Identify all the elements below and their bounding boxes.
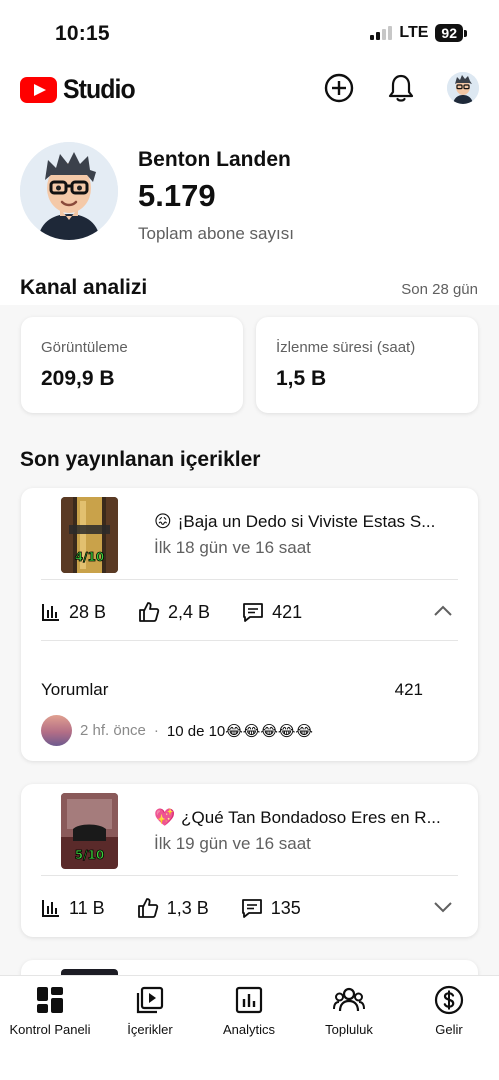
- comments-count: 135: [270, 897, 301, 918]
- comments-section-label[interactable]: Yorumlar: [41, 680, 108, 700]
- views-count: 11 B: [69, 897, 105, 918]
- status-time: 10:15: [55, 22, 110, 45]
- create-button[interactable]: [323, 72, 355, 104]
- nav-label: İçerikler: [127, 1022, 173, 1037]
- nav-content[interactable]: İçerikler: [100, 984, 200, 1037]
- bar-chart-icon: [42, 604, 59, 621]
- video-age: İlk 18 gün ve 16 saat: [154, 538, 311, 557]
- channel-avatar[interactable]: [20, 142, 118, 240]
- nav-label: Kontrol Paneli: [9, 1022, 91, 1037]
- comments-count: 421: [272, 601, 303, 622]
- divider: [41, 875, 458, 876]
- community-icon: [333, 987, 365, 1012]
- nav-label: Analytics: [222, 1022, 276, 1037]
- bottom-navigation: Kontrol Paneli İçerikler Analytics Toplu…: [0, 975, 499, 1080]
- video-age: İlk 19 gün ve 16 saat: [154, 834, 311, 853]
- views-count: 28 B: [69, 601, 107, 622]
- nav-label: Topluluk: [325, 1022, 373, 1037]
- video-thumbnail[interactable]: 5/10: [61, 793, 118, 869]
- likes-metric: 2,4 B: [138, 601, 210, 623]
- watch-time-card[interactable]: İzlenme süresi (saat) 1,5 B: [256, 317, 478, 413]
- bell-icon: [388, 74, 414, 102]
- views-label: Görüntüleme: [41, 339, 128, 356]
- likes-count: 2,4 B: [168, 601, 211, 622]
- app-name: Studio: [63, 74, 136, 104]
- earn-icon: [434, 985, 464, 1015]
- analytics-period: Son 28 gün: [401, 281, 478, 298]
- views-metric: 11 B: [41, 898, 105, 919]
- video-title-emoji: 😖: [154, 512, 172, 532]
- video-thumbnail[interactable]: 4/10: [61, 497, 118, 573]
- likes-metric: 1,3 B: [137, 897, 209, 919]
- bar-chart-icon: [42, 900, 59, 917]
- video-title[interactable]: 💖 ¿Qué Tan Bondadoso Eres en R...: [154, 808, 464, 828]
- channel-analytics-header: Kanal analizi Son 28 gün: [20, 276, 480, 300]
- nav-label: Gelir: [435, 1022, 463, 1037]
- recent-content-header: Son yayınlanan içerikler: [20, 448, 480, 472]
- comment-icon: [243, 603, 263, 622]
- video-title-emoji: 💖: [154, 808, 176, 828]
- watch-time-label: İzlenme süresi (saat): [276, 339, 416, 356]
- cartoon-avatar-icon: [447, 72, 479, 104]
- nav-analytics[interactable]: Analytics: [199, 984, 299, 1037]
- video-card[interactable]: 4/10 😖 ¡Baja un Dedo si Viviste Estas S..…: [21, 488, 478, 761]
- divider: [41, 640, 458, 641]
- account-avatar[interactable]: [447, 72, 479, 104]
- comment-icon: [241, 899, 262, 918]
- views-metric: 28 B: [41, 602, 106, 623]
- recent-content-title: Son yayınlanan içerikler: [20, 448, 261, 471]
- comments-section-count: 421: [394, 680, 423, 699]
- dashboard-icon: [37, 987, 63, 1013]
- thumbs-up-icon: [139, 602, 160, 622]
- video-card[interactable]: [21, 960, 478, 975]
- subscriber-label: Toplam abone sayısı: [138, 224, 294, 243]
- views-value: 209,9 B: [41, 367, 115, 390]
- comments-metric: 135: [241, 897, 301, 919]
- comment-text: 10 de 10😂😂😂😂😂: [166, 722, 313, 740]
- thumbnail-badge: 5/10: [75, 848, 104, 862]
- chevron-down-icon[interactable]: [432, 896, 454, 918]
- status-indicators: LTE 92: [370, 24, 467, 42]
- video-metrics: 28 B 2,4 B 421: [41, 601, 334, 623]
- likes-count: 1,3 B: [166, 897, 209, 918]
- video-title-text: ¡Baja un Dedo si Viviste Estas S...: [177, 512, 436, 531]
- nav-earn[interactable]: Gelir: [399, 984, 499, 1037]
- status-bar: 10:15 LTE 92: [0, 0, 499, 64]
- video-title[interactable]: 😖 ¡Baja un Dedo si Viviste Estas S...: [154, 512, 464, 532]
- content-icon: [136, 986, 164, 1014]
- analytics-icon: [235, 986, 263, 1014]
- video-thumbnail-image: 5/10: [61, 793, 118, 869]
- channel-name: Benton Landen: [138, 148, 291, 171]
- video-metrics: 11 B 1,3 B 135: [41, 897, 333, 919]
- battery-icon: 92: [435, 24, 467, 42]
- watch-time-value: 1,5 B: [276, 367, 327, 390]
- latest-comment[interactable]: 2 hf. önce · 10 de 10😂😂😂😂😂: [41, 715, 313, 746]
- dashboard-content: Benton Landen 5.179 Toplam abone sayısı …: [0, 120, 499, 975]
- nav-community[interactable]: Topluluk: [299, 984, 399, 1037]
- thumbnail-badge: 4/10: [75, 550, 104, 564]
- network-type: LTE: [399, 24, 429, 41]
- channel-profile: Benton Landen 5.179 Toplam abone sayısı: [20, 142, 480, 243]
- add-circle-icon: [324, 73, 354, 103]
- cartoon-avatar-icon: [20, 142, 118, 240]
- divider: [41, 579, 458, 580]
- video-thumbnail-image: 4/10: [61, 497, 118, 573]
- nav-dashboard[interactable]: Kontrol Paneli: [0, 984, 100, 1037]
- views-card[interactable]: Görüntüleme 209,9 B: [21, 317, 243, 413]
- subscriber-count: 5.179: [138, 178, 216, 213]
- thumbs-up-icon: [137, 898, 158, 918]
- youtube-studio-logo[interactable]: Studio: [20, 74, 141, 105]
- notifications-button[interactable]: [385, 72, 417, 104]
- video-card[interactable]: 5/10 💖 ¿Qué Tan Bondadoso Eres en R... İl…: [21, 784, 478, 937]
- chevron-up-icon[interactable]: [432, 600, 454, 622]
- signal-icon: [370, 26, 393, 40]
- youtube-logo-icon: [20, 76, 57, 103]
- video-title-text: ¿Qué Tan Bondadoso Eres en R...: [181, 808, 441, 827]
- app-bar: Studio: [0, 64, 499, 120]
- comment-time: 2 hf. önce: [80, 722, 146, 739]
- commenter-avatar: [41, 715, 72, 746]
- comment-separator: ·: [153, 722, 159, 739]
- comments-metric: 421: [242, 601, 302, 623]
